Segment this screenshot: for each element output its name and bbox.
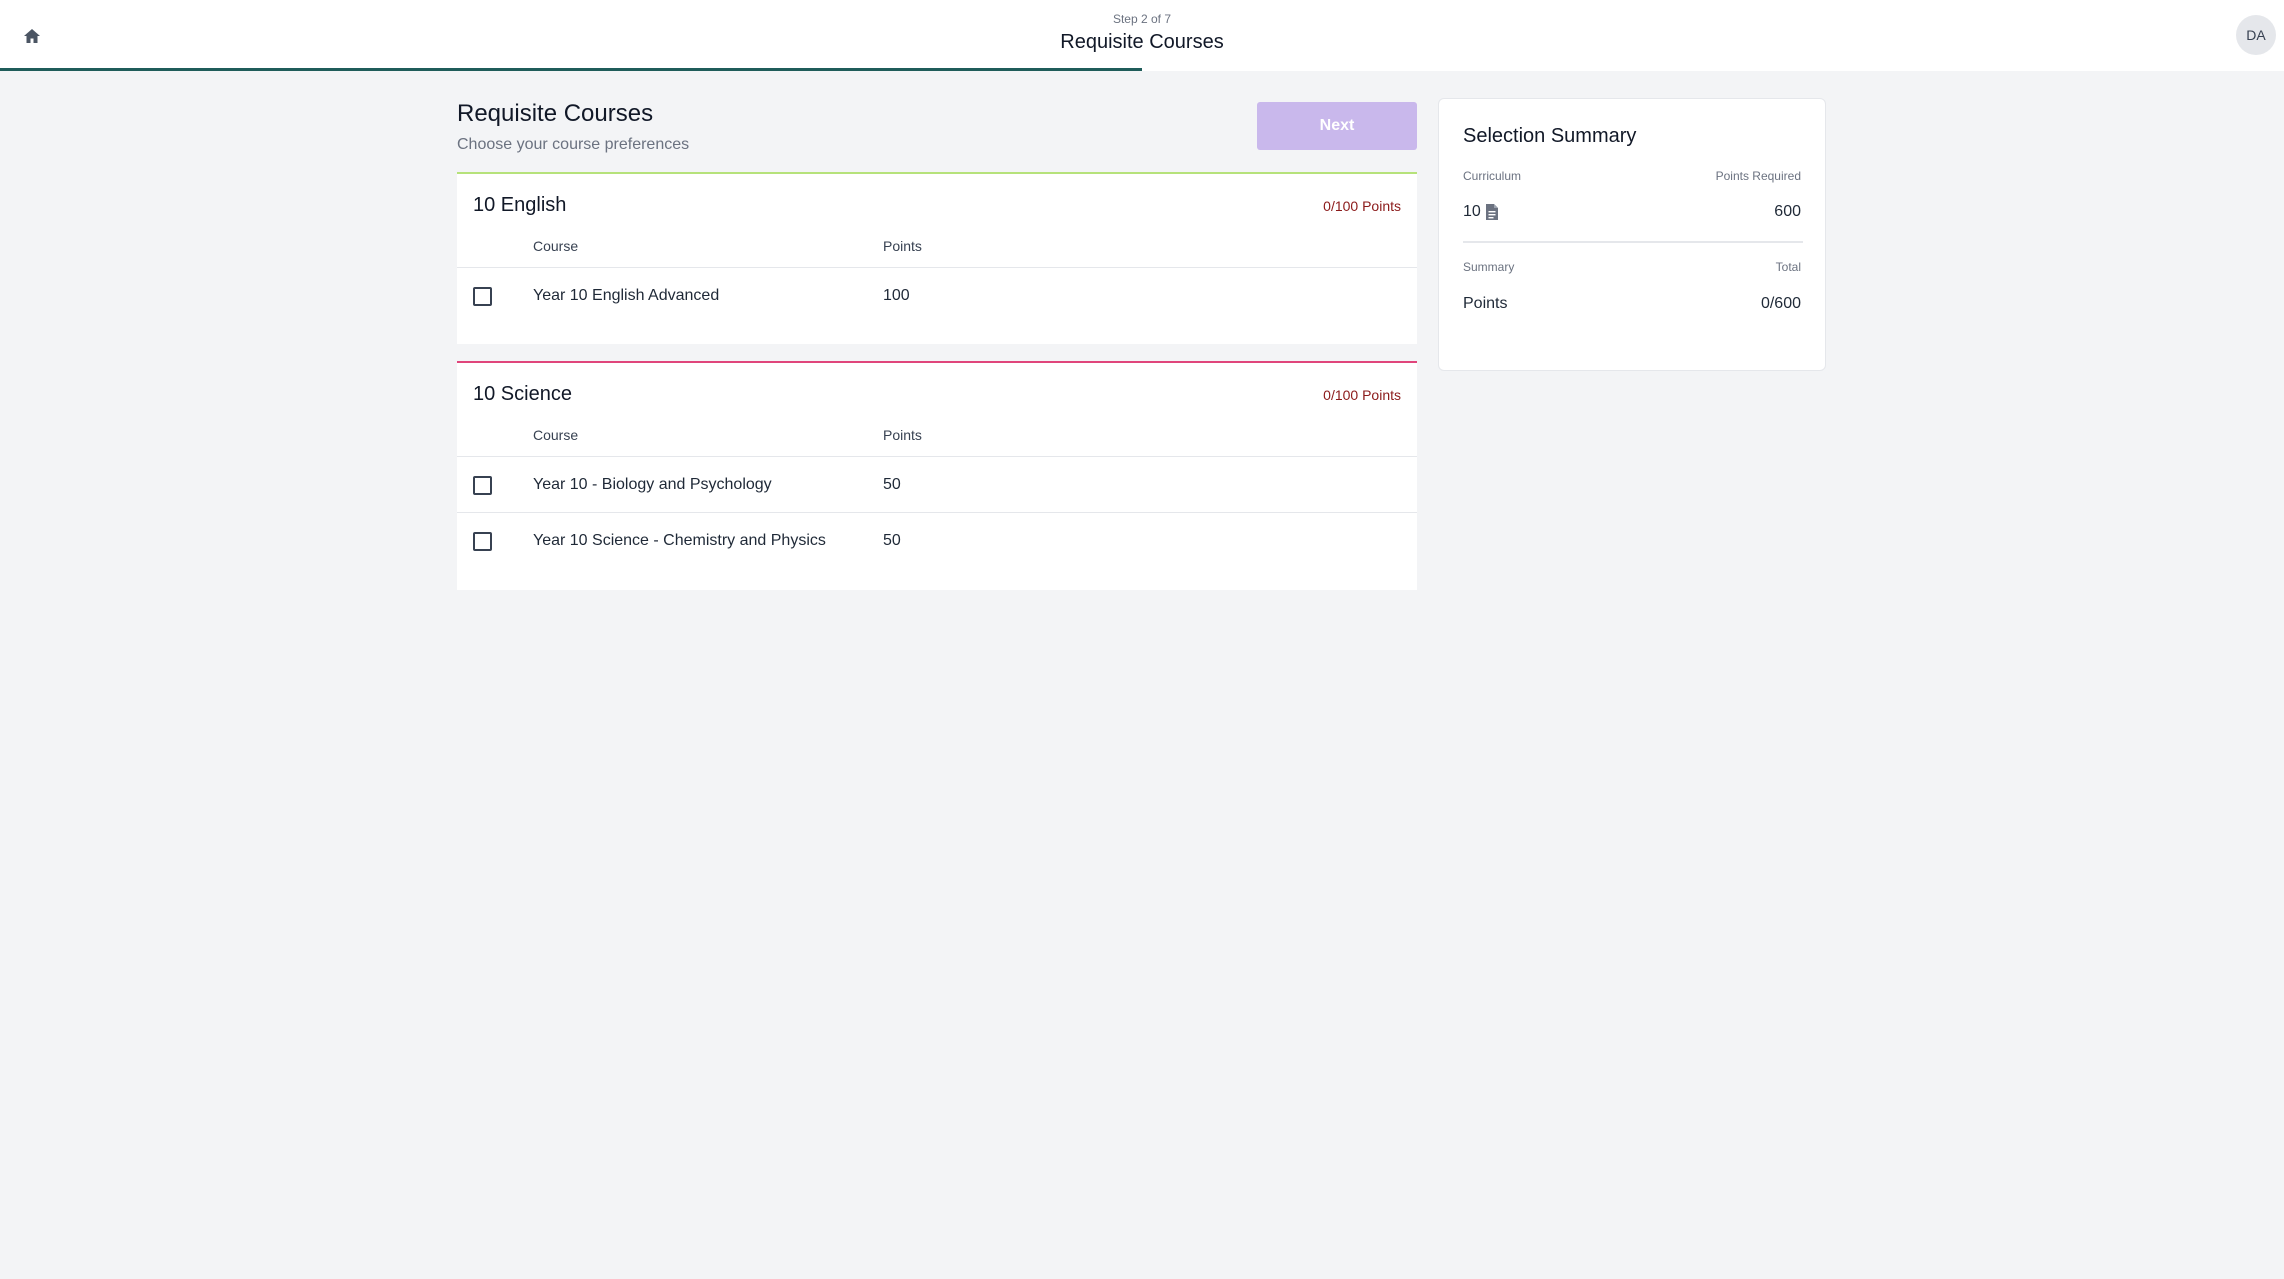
step-label: Step 2 of 7 [1112, 12, 1172, 26]
page-header: Requisite Courses Choose your course pre… [457, 100, 1417, 172]
document-icon[interactable] [1485, 203, 1499, 221]
group-header: 10 Science 0/100 Points [457, 363, 1417, 411]
column-headers: Course Points [457, 222, 1417, 268]
column-points: Points [883, 238, 922, 254]
table-row: Year 10 English Advanced 100 [457, 268, 1417, 324]
course-checkbox[interactable] [473, 532, 492, 551]
course-points: 50 [883, 476, 901, 493]
group-points: 0/100 Points [1323, 198, 1401, 214]
group-title: 10 Science [473, 383, 572, 405]
course-group-science: 10 Science 0/100 Points Course Points Ye… [457, 361, 1417, 590]
summary-divider [1463, 241, 1803, 243]
avatar[interactable]: DA [2236, 15, 2276, 55]
points-row-label: Points [1463, 295, 1508, 312]
course-points: 100 [883, 287, 910, 304]
group-points: 0/100 Points [1323, 387, 1401, 403]
step-indicator: Step 2 of 7 Requisite Courses [942, 12, 1342, 54]
curriculum-value: 10 [1463, 203, 1481, 220]
column-course: Course [533, 427, 579, 443]
group-header: 10 English 0/100 Points [457, 174, 1417, 222]
curriculum-label: Curriculum [1463, 169, 1522, 183]
progress-fill [0, 68, 1142, 71]
course-checkbox[interactable] [473, 476, 492, 495]
total-label: Total [1775, 260, 1801, 274]
course-checkbox[interactable] [473, 287, 492, 306]
group-title: 10 English [473, 194, 567, 216]
column-points: Points [883, 427, 922, 443]
course-name: Year 10 - Biology and Psychology [533, 476, 772, 493]
header-title: Requisite Courses [1060, 31, 1224, 53]
top-bar: Step 2 of 7 Requisite Courses DA [0, 0, 2284, 71]
home-button[interactable] [18, 22, 46, 50]
course-name: Year 10 English Advanced [533, 287, 720, 304]
progress-bar [0, 68, 2284, 71]
course-group-english: 10 English 0/100 Points Course Points Ye… [457, 172, 1417, 344]
column-headers: Course Points [457, 411, 1417, 457]
column-course: Course [533, 238, 579, 254]
course-points: 50 [883, 532, 901, 549]
next-button[interactable]: Next [1257, 102, 1417, 150]
summary-label: Summary [1463, 260, 1515, 274]
table-row: Year 10 Science - Chemistry and Physics … [457, 513, 1417, 569]
points-required-label: Points Required [1715, 169, 1801, 183]
points-required-value: 600 [1774, 203, 1801, 220]
table-row: Year 10 - Biology and Psychology 50 [457, 457, 1417, 513]
home-icon [24, 29, 40, 43]
course-name: Year 10 Science - Chemistry and Physics [533, 532, 826, 549]
selection-summary-card: Selection Summary Curriculum Points Requ… [1438, 98, 1826, 371]
points-row-value: 0/600 [1760, 295, 1801, 312]
summary-title: Selection Summary [1463, 125, 1637, 147]
